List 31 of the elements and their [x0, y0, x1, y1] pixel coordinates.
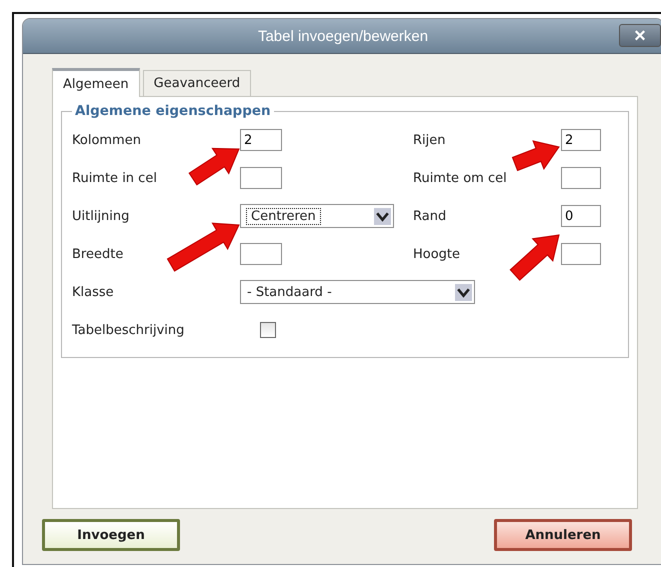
input-field[interactable]	[240, 243, 282, 265]
dropdown[interactable]: - Standaard -	[240, 280, 475, 304]
field-label: Ruimte om cel	[413, 170, 508, 186]
tab[interactable]: Geavanceerd	[142, 70, 252, 96]
input-field[interactable]: 2	[240, 129, 282, 151]
arrow-icon	[512, 140, 560, 172]
input-field[interactable]: 2	[561, 129, 601, 151]
field-label: Breedte	[72, 246, 124, 262]
arrow-icon	[166, 222, 240, 272]
input-field[interactable]	[561, 167, 601, 189]
field-label: Klasse	[72, 284, 115, 300]
field-label: Tabelbeschrijving	[72, 322, 186, 338]
checkbox[interactable]	[260, 322, 276, 338]
arrow-icon	[510, 234, 560, 281]
input-field[interactable]	[240, 167, 282, 189]
input-field[interactable]: 0	[561, 205, 601, 227]
window-title: Tabel invoegen/bewerken	[258, 28, 428, 44]
field-label: Rand	[413, 208, 448, 224]
field-label: Kolommen	[72, 132, 142, 148]
field-label: Uitlijning	[72, 208, 130, 224]
tab[interactable]: Algemeen	[52, 68, 140, 97]
arrow-icon	[188, 148, 240, 186]
field-label: Rijen	[413, 132, 446, 148]
cancel-button[interactable]: Annuleren	[494, 519, 632, 551]
fieldset-legend: Algemene eigenschappen	[72, 103, 274, 119]
insert-button[interactable]: Invoegen	[42, 519, 180, 551]
field-label: Hoogte	[413, 246, 462, 262]
dropdown[interactable]: Centreren	[240, 204, 394, 228]
input-field[interactable]	[561, 243, 601, 265]
field-label: Ruimte in cel	[72, 170, 158, 186]
close-button[interactable]: ×	[619, 24, 661, 47]
